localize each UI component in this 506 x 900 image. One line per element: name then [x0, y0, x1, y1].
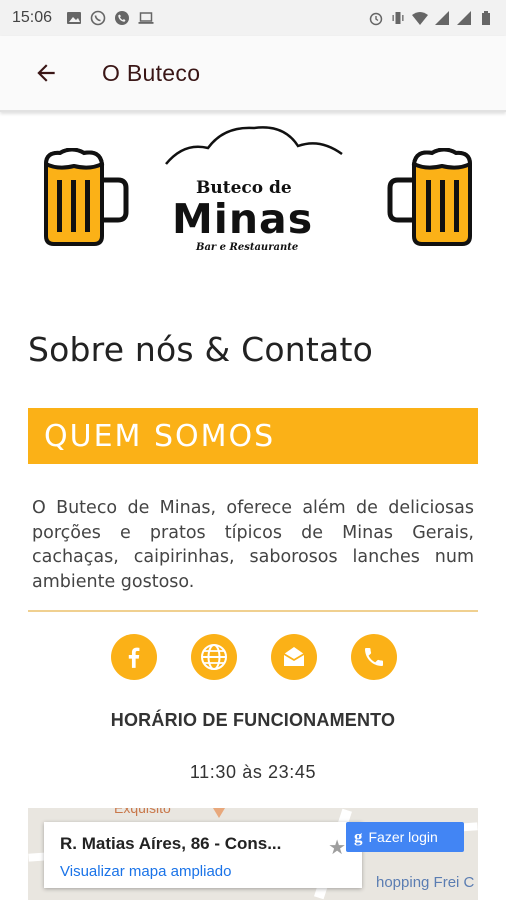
- map-place-label: Exquisito: [114, 808, 171, 816]
- vibrate-icon: [392, 12, 404, 24]
- status-time: 15:06: [12, 9, 53, 26]
- mail-icon: [283, 647, 305, 666]
- hours-value: 11:30 às 23:45: [189, 762, 317, 782]
- map-info-card: R. Matias Aíres, 86 - Cons... ★ Visualiz…: [44, 822, 362, 888]
- beer-mug-icon: [43, 148, 129, 246]
- status-bar: 15:06: [0, 0, 506, 36]
- email-button[interactable]: [271, 634, 317, 680]
- map-embed[interactable]: Exquisito hopping Frei C R. Matias Aíres…: [28, 808, 478, 900]
- logo: Buteco de Minas Bar e Restaurante: [0, 124, 506, 264]
- divider: [28, 610, 478, 612]
- signal-icon: [457, 11, 471, 25]
- back-button[interactable]: [26, 53, 66, 93]
- login-label: Fazer login: [368, 829, 438, 845]
- image-icon: [67, 12, 82, 24]
- map-place-label: hopping Frei C: [376, 874, 475, 891]
- facebook-button[interactable]: [111, 634, 157, 680]
- map-pin-icon: [213, 808, 225, 818]
- about-text: O Buteco de Minas, oferece além de delic…: [32, 498, 474, 592]
- status-left-icons: [66, 10, 154, 26]
- battery-icon: [482, 11, 490, 25]
- wifi-icon: [412, 12, 428, 25]
- status-right-icons: [368, 10, 494, 26]
- main-content: Buteco de Minas Bar e Restaurante Sobre …: [0, 114, 506, 900]
- phone-button[interactable]: [351, 634, 397, 680]
- beer-mug-icon: [387, 148, 473, 246]
- globe-icon: [201, 644, 227, 670]
- mountain-line-icon: [165, 126, 343, 165]
- phone-call-icon: [115, 11, 130, 25]
- signal-icon: [435, 11, 449, 25]
- star-icon[interactable]: ★: [328, 835, 346, 860]
- laptop-icon: [138, 12, 154, 24]
- facebook-icon: [128, 647, 140, 668]
- alarm-icon: [369, 12, 383, 26]
- google-login-button[interactable]: g Fazer login: [346, 822, 464, 852]
- whatsapp-icon: [90, 10, 106, 26]
- google-g-icon: g: [354, 827, 363, 846]
- hours-title: HORÁRIO DE FUNCIONAMENTO: [110, 710, 396, 730]
- social-links: [111, 634, 397, 684]
- website-button[interactable]: [191, 634, 237, 680]
- arrow-left-icon: [37, 64, 55, 82]
- banner-title: QUEM SOMOS: [44, 418, 276, 454]
- app-bar: O Buteco: [0, 36, 506, 112]
- map-address: R. Matias Aíres, 86 - Cons...: [60, 834, 282, 853]
- logo-text-sub: Bar e Restaurante: [196, 242, 299, 253]
- quem-somos-banner: QUEM SOMOS: [28, 408, 478, 464]
- view-larger-map-link[interactable]: Visualizar mapa ampliado: [60, 863, 231, 880]
- section-title: Sobre nós & Contato: [28, 330, 373, 369]
- logo-text-main: Minas: [172, 195, 314, 243]
- phone-icon: [365, 648, 383, 666]
- page-title: O Buteco: [102, 59, 201, 86]
